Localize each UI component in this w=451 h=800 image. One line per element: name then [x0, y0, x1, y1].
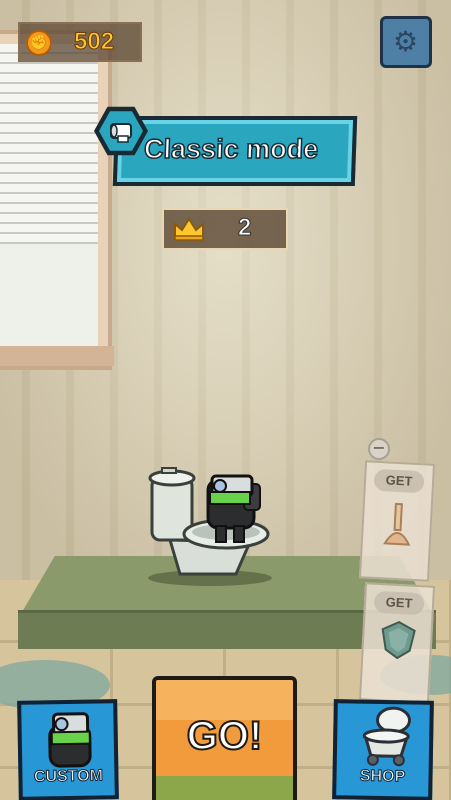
shop-button-label: SHOP: [359, 767, 406, 786]
gear-icon: ⚙: [393, 25, 419, 58]
custom-button-label: CUSTOM: [33, 767, 104, 786]
offer-card-plunger[interactable]: GET: [358, 460, 436, 582]
plunger-icon: [383, 502, 411, 546]
game-scene: ✊ 502 ⚙ Classic mode 2 − GET GET CUSTOM …: [0, 0, 451, 800]
toilet-paper-icon: [110, 123, 132, 143]
custom-button[interactable]: CUSTOM: [17, 699, 119, 800]
settings-button[interactable]: ⚙: [380, 16, 432, 68]
get-label: GET: [373, 468, 425, 494]
coin-icon: ✊: [26, 30, 52, 56]
shop-button[interactable]: SHOP: [332, 699, 434, 800]
go-button-label: GO!: [186, 713, 264, 759]
get-label: GET: [373, 590, 425, 616]
character-toilet-sprite: [148, 467, 272, 586]
coin-counter: ✊ 502: [18, 22, 142, 62]
character-icon: [48, 712, 92, 768]
level-value: 2: [237, 214, 252, 242]
go-button-grass: [156, 776, 293, 800]
crown-icon: [174, 217, 204, 241]
shield-icon: [381, 620, 416, 660]
window: [0, 30, 114, 370]
offer-card-shield[interactable]: GET: [358, 582, 436, 704]
toilet-icon: [362, 706, 412, 767]
game-mode-banner[interactable]: Classic mode: [112, 116, 358, 186]
level-indicator: 2: [162, 208, 288, 250]
window-sill: [0, 346, 114, 366]
coin-value: 502: [73, 28, 115, 56]
game-mode-label: Classic mode: [143, 133, 320, 165]
window-blinds: [0, 44, 98, 244]
collapse-offers-button[interactable]: −: [368, 438, 390, 460]
go-button[interactable]: GO!: [152, 676, 297, 800]
